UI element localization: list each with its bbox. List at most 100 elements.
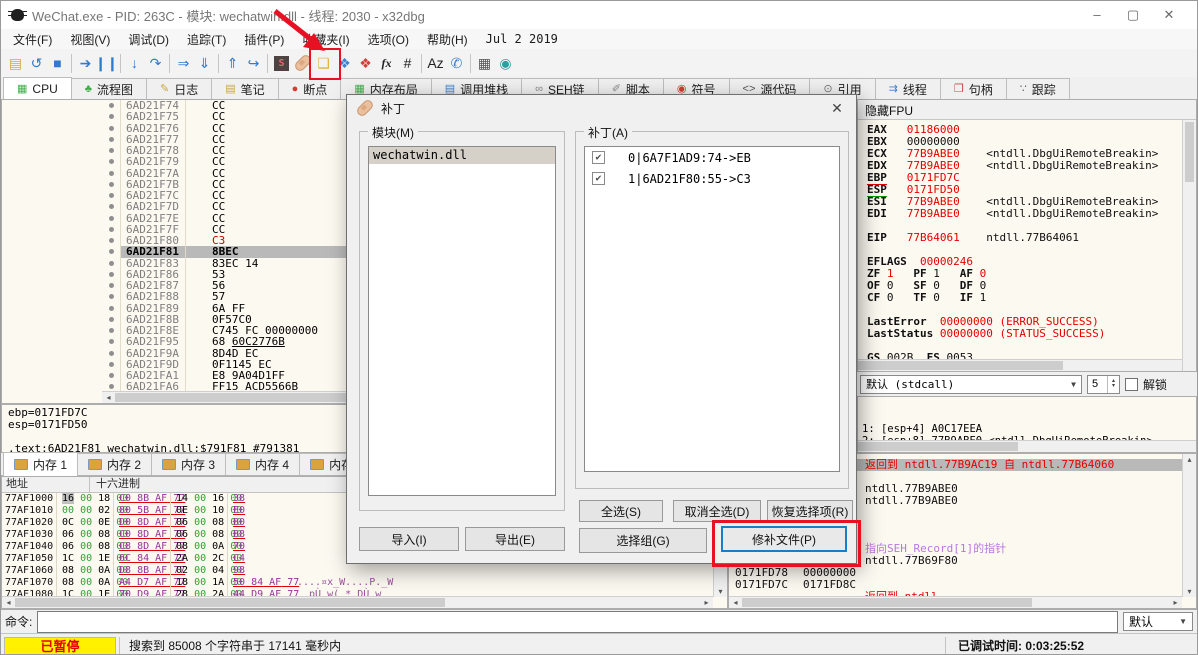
toolbar-button-step-into[interactable]: ↓ — [124, 51, 145, 75]
dump-tab[interactable]: 内存 1 — [3, 452, 79, 476]
breakpoint-dot-icon[interactable] — [102, 100, 120, 111]
toolbar-button-hash[interactable]: # — [397, 51, 418, 75]
dialog-close-button[interactable]: ✕ — [827, 100, 847, 117]
dump-tab[interactable]: 内存 3 — [151, 453, 227, 475]
tab-log[interactable]: ✎ 日志 — [145, 78, 213, 99]
menu-item[interactable]: 选项(O) — [359, 29, 418, 50]
patch-file-button[interactable]: 修补文件(P) — [721, 526, 847, 552]
dump-tab[interactable]: 内存 4 — [225, 453, 301, 475]
scrollbar-thumb[interactable] — [1185, 122, 1194, 182]
toolbar-button-patches[interactable] — [292, 51, 313, 75]
scroll-down-icon[interactable]: ▾ — [714, 587, 727, 596]
patch-list-item[interactable]: ✔ 0|6A7F1AD9:74->EB — [585, 147, 839, 168]
tab-breakpoint[interactable]: ● 断点 — [277, 78, 342, 99]
breakpoint-dot-icon[interactable] — [102, 179, 120, 190]
toolbar-button-seh-phone[interactable]: ✆ — [446, 51, 467, 75]
scrollbar-thumb[interactable] — [742, 598, 1032, 607]
toolbar-button-run[interactable]: ➔ — [75, 51, 96, 75]
registers-horizontal-scrollbar[interactable] — [858, 359, 1182, 371]
module-list[interactable]: wechatwin.dll — [368, 146, 556, 496]
toolbar-button-strings[interactable]: S — [271, 51, 292, 75]
scroll-left-icon[interactable]: ◂ — [729, 598, 742, 608]
dump-tab[interactable]: 内存 2 — [77, 453, 153, 475]
tab-notes[interactable]: ▤ 笔记 — [211, 78, 279, 99]
dump-row[interactable]: 77AF1070 08 00 0A 00 A4 D7 AF 77 18 00 1A 0… — [2, 577, 727, 589]
toolbar-button-case[interactable]: Az — [425, 51, 446, 75]
breakpoint-dot-icon[interactable] — [102, 348, 120, 359]
patch-checkbox[interactable]: ✔ — [592, 172, 605, 185]
select-group-button[interactable]: 选择组(G) — [579, 528, 707, 553]
maximize-button[interactable]: ▢ — [1115, 2, 1151, 28]
arguments-pane[interactable]: 1: [esp+4] A0C17EEA2: [esp+8] 77B9ABE0 <… — [857, 396, 1197, 453]
toolbar-button-globe[interactable]: ◉ — [495, 51, 516, 75]
breakpoint-dot-icon[interactable] — [102, 224, 120, 235]
menu-item[interactable]: 文件(F) — [4, 29, 61, 50]
dump-row[interactable]: 77AF1060 08 00 0A 00 D8 8B AF 77 02 00 04 0… — [2, 565, 727, 577]
registers-pane[interactable]: 隐藏FPU EAX 01186000 EBX 00000000 ECX 77B9AB… — [857, 99, 1197, 372]
tab-cpu[interactable]: ▦ CPU — [3, 77, 72, 100]
stepper-arrows-icon[interactable]: ▴ ▾ — [1107, 375, 1119, 393]
breakpoint-dot-icon[interactable] — [102, 280, 120, 291]
menu-item[interactable]: 调试(D) — [119, 29, 178, 50]
tab-handles[interactable]: ❒ 句柄 — [939, 78, 1007, 99]
toolbar-button-bookmarks[interactable]: ❖ — [355, 51, 376, 75]
toolbar-button-calculator[interactable]: ▦ — [474, 51, 495, 75]
toolbar-button-labels[interactable]: ❖ — [334, 51, 355, 75]
tab-trace[interactable]: ∵ 跟踪 — [1005, 78, 1070, 99]
breakpoint-dot-icon[interactable] — [102, 336, 120, 347]
scrollbar-thumb[interactable] — [15, 598, 445, 607]
breakpoint-dot-icon[interactable] — [102, 291, 120, 302]
breakpoint-dot-icon[interactable] — [102, 134, 120, 145]
toolbar-button-restart[interactable]: ↺ — [26, 51, 47, 75]
scroll-left-icon[interactable]: ◂ — [2, 598, 15, 608]
export-button[interactable]: 导出(E) — [465, 527, 565, 551]
dump-horizontal-scrollbar[interactable]: ◂ ▸ — [2, 596, 713, 608]
toolbar-button-comments[interactable]: ❏ — [313, 51, 334, 75]
breakpoint-dot-icon[interactable] — [102, 111, 120, 122]
scroll-right-icon[interactable]: ▸ — [1169, 598, 1182, 608]
scroll-right-icon[interactable]: ▸ — [700, 598, 713, 608]
hide-fpu-button[interactable]: 隐藏FPU — [858, 100, 1196, 120]
module-list-item[interactable]: wechatwin.dll — [369, 147, 555, 164]
toolbar-button-functions[interactable]: fx — [376, 51, 397, 75]
command-input[interactable] — [37, 610, 1118, 633]
breakpoint-dot-icon[interactable] — [102, 123, 120, 134]
scrollbar-thumb[interactable] — [858, 442, 1018, 451]
breakpoint-dot-icon[interactable] — [102, 156, 120, 167]
tab-threads[interactable]: ⇉ 线程 — [874, 78, 941, 99]
breakpoint-dot-icon[interactable] — [102, 246, 120, 257]
command-profile-select[interactable]: 默认 ▼ — [1123, 612, 1193, 631]
deselect-all-button[interactable]: 取消全选(D) — [673, 500, 761, 522]
toolbar-button-step-over[interactable]: ↷ — [145, 51, 166, 75]
toolbar-button-pause[interactable]: ❙❙ — [95, 51, 118, 75]
toolbar-button-run-to-user-code[interactable]: ↪ — [243, 51, 264, 75]
stack-horizontal-scrollbar[interactable]: ◂ ▸ — [729, 596, 1182, 608]
unlock-checkbox[interactable] — [1125, 377, 1138, 391]
breakpoint-dot-icon[interactable] — [102, 269, 120, 280]
stack-row[interactable]: 0171FD7C 0171FD8C — [729, 579, 1182, 591]
breakpoint-dot-icon[interactable] — [102, 325, 120, 336]
arg-count-stepper[interactable]: 5 ▴ ▾ — [1087, 374, 1120, 394]
scroll-down-icon[interactable]: ▾ — [1183, 587, 1196, 596]
breakpoint-dot-icon[interactable] — [102, 235, 120, 246]
scroll-left-icon[interactable]: ◂ — [102, 393, 115, 403]
toolbar-button-execute-till-return[interactable]: ⇑ — [222, 51, 243, 75]
breakpoint-dot-icon[interactable] — [102, 359, 120, 370]
patch-checkbox[interactable]: ✔ — [592, 151, 605, 164]
close-button[interactable]: ✕ — [1151, 2, 1187, 28]
menu-item[interactable]: 视图(V) — [61, 29, 119, 50]
select-all-button[interactable]: 全选(S) — [579, 500, 663, 522]
breakpoint-dot-icon[interactable] — [102, 190, 120, 201]
breakpoint-dot-icon[interactable] — [102, 145, 120, 156]
breakpoint-dot-icon[interactable] — [102, 201, 120, 212]
breakpoint-dot-icon[interactable] — [102, 370, 120, 381]
menu-item[interactable]: 追踪(T) — [178, 29, 235, 50]
scrollbar-thumb[interactable] — [858, 361, 1063, 370]
breakpoint-dot-icon[interactable] — [102, 258, 120, 269]
toolbar-button-open-file[interactable]: ▤ — [5, 51, 26, 75]
toolbar-button-stop[interactable]: ■ — [47, 51, 68, 75]
menu-item[interactable]: 帮助(H) — [418, 29, 477, 50]
menu-item[interactable]: 插件(P) — [235, 29, 293, 50]
patch-dialog-titlebar[interactable]: 补丁 ✕ — [347, 95, 856, 121]
patch-list[interactable]: ✔ 0|6A7F1AD9:74->EB ✔ 1|6AD21F80:55->C3 — [584, 146, 840, 472]
